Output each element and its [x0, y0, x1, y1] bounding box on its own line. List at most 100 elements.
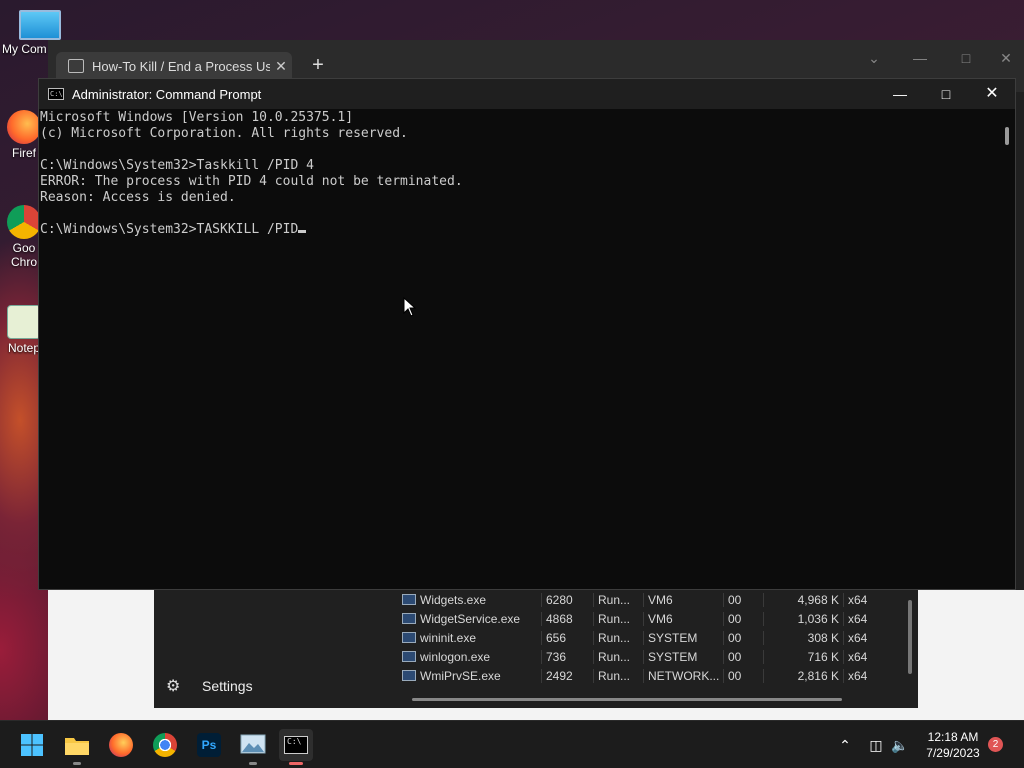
process-name: winlogon.exe	[420, 649, 491, 664]
process-icon	[402, 594, 416, 605]
process-table: Widgets.exe 6280 Run... VM6 00 4,968 K x…	[398, 590, 904, 685]
running-indicator	[249, 762, 257, 765]
browser-maximize-button[interactable]: □	[946, 46, 986, 70]
command-prompt-window: C:\ Administrator: Command Prompt — □ ✕ …	[38, 78, 1016, 590]
vertical-scrollbar[interactable]	[1005, 127, 1009, 145]
monitor-icon	[19, 10, 61, 40]
process-user: SYSTEM	[643, 649, 723, 664]
process-name: WmiPrvSE.exe	[420, 668, 501, 683]
running-indicator	[73, 762, 81, 765]
chevron-up-icon[interactable]: ⌃	[835, 735, 855, 755]
task-manager-window: ⚙ Settings Widgets.exe 6280 Run... VM6 0…	[154, 590, 918, 708]
browser-tab-title: How-To Kill / End a Process Usin	[92, 58, 270, 74]
process-arch: x64	[843, 668, 904, 683]
browser-close-button[interactable]: ✕	[986, 46, 1024, 70]
table-row[interactable]: WidgetService.exe 4868 Run... VM6 00 1,0…	[398, 609, 904, 628]
network-icon[interactable]: ◫	[866, 735, 886, 755]
taskbar-firefox[interactable]	[104, 729, 138, 761]
process-status: Run...	[593, 649, 643, 664]
process-arch: x64	[843, 611, 904, 626]
taskbar-file-explorer[interactable]	[60, 729, 94, 765]
process-icon	[402, 651, 416, 662]
taskbar-chrome[interactable]	[148, 729, 182, 761]
tab-search-icon[interactable]: ⌄	[854, 46, 894, 70]
process-pid: 736	[541, 649, 593, 664]
process-pid: 6280	[541, 592, 593, 607]
table-row[interactable]: winlogon.exe 736 Run... SYSTEM 00 716 K …	[398, 647, 904, 666]
table-row[interactable]: WmiPrvSE.exe 2492 Run... NETWORK... 00 2…	[398, 666, 904, 685]
chrome-icon	[7, 205, 41, 239]
process-memory: 308 K	[763, 630, 843, 645]
process-arch: x64	[843, 630, 904, 645]
taskbar-clock[interactable]: 12:18 AM 7/29/2023	[918, 729, 988, 761]
process-pid: 4868	[541, 611, 593, 626]
clock-time: 12:18 AM	[927, 730, 979, 744]
process-user: VM6	[643, 592, 723, 607]
close-tab-icon[interactable]: ✕	[270, 58, 292, 75]
task-manager-sidebar: ⚙ Settings	[154, 590, 396, 708]
window-title: Administrator: Command Prompt	[72, 86, 262, 102]
process-cpu: 00	[723, 649, 763, 664]
taskbar-photoshop[interactable]: Ps	[192, 729, 226, 761]
new-tab-button[interactable]: +	[306, 54, 330, 78]
console-line: Reason: Access is denied.	[40, 190, 236, 205]
process-status: Run...	[593, 611, 643, 626]
cmd-title-bar[interactable]: C:\ Administrator: Command Prompt — □ ✕	[39, 79, 1015, 109]
taskbar-command-prompt[interactable]: C:\	[279, 729, 313, 765]
process-pid: 2492	[541, 668, 593, 683]
minimize-button[interactable]: —	[877, 79, 923, 109]
process-cpu: 00	[723, 668, 763, 683]
close-button[interactable]: ✕	[969, 79, 1015, 109]
process-memory: 1,036 K	[763, 611, 843, 626]
active-indicator	[289, 762, 303, 765]
process-memory: 2,816 K	[763, 668, 843, 683]
photos-icon	[240, 734, 266, 754]
console-line: Microsoft Windows [Version 10.0.25375.1]	[40, 110, 354, 125]
process-status: Run...	[593, 668, 643, 683]
gear-icon: ⚙	[166, 678, 181, 695]
process-name: wininit.exe	[420, 630, 477, 645]
cmd-app-icon: C:\	[48, 88, 64, 100]
mouse-pointer-icon	[403, 297, 417, 317]
volume-icon[interactable]: 🔈	[890, 735, 910, 755]
process-user: NETWORK...	[643, 668, 723, 683]
console-line: ERROR: The process with PID 4 could not …	[40, 174, 463, 189]
table-row[interactable]: wininit.exe 656 Run... SYSTEM 00 308 K x…	[398, 628, 904, 647]
process-cpu: 00	[723, 592, 763, 607]
process-icon	[402, 670, 416, 681]
table-row[interactable]: Widgets.exe 6280 Run... VM6 00 4,968 K x…	[398, 590, 904, 609]
process-icon	[402, 632, 416, 643]
clock-date: 7/29/2023	[926, 746, 980, 760]
console-line: (c) Microsoft Corporation. All rights re…	[40, 126, 408, 141]
start-button[interactable]	[15, 729, 49, 761]
horizontal-scrollbar[interactable]	[412, 698, 842, 701]
browser-minimize-button[interactable]: —	[900, 46, 940, 70]
console-output[interactable]: Microsoft Windows [Version 10.0.25375.1]…	[40, 110, 1000, 590]
console-input-line[interactable]: C:\Windows\System32>TASKKILL /PID	[40, 222, 1000, 238]
vertical-scrollbar[interactable]	[908, 600, 912, 674]
settings-nav-item[interactable]: ⚙ Settings	[166, 676, 253, 696]
process-arch: x64	[843, 649, 904, 664]
settings-label: Settings	[202, 678, 253, 694]
page-favicon-icon	[68, 59, 84, 73]
console-line: C:\Windows\System32>TASKKILL /PID	[40, 222, 299, 237]
process-cpu: 00	[723, 611, 763, 626]
maximize-button[interactable]: □	[923, 79, 969, 109]
console-line: C:\Windows\System32>Taskkill /PID 4	[40, 158, 314, 173]
start-icon	[21, 734, 43, 756]
process-name: WidgetService.exe	[420, 611, 521, 626]
desktop-icon-label: My Com	[2, 42, 47, 56]
process-status: Run...	[593, 630, 643, 645]
taskbar: Ps C:\ ⌃ ◫ 🔈 12:18 AM 7/29/2023 2	[0, 720, 1024, 768]
firefox-icon	[109, 733, 133, 757]
process-user: VM6	[643, 611, 723, 626]
text-cursor	[298, 230, 307, 233]
process-memory: 4,968 K	[763, 592, 843, 607]
browser-tab[interactable]: How-To Kill / End a Process Usin ✕	[56, 52, 292, 80]
notification-badge[interactable]: 2	[988, 737, 1003, 752]
chrome-icon	[153, 733, 177, 757]
taskbar-photos[interactable]	[236, 729, 270, 765]
photoshop-icon: Ps	[197, 733, 221, 757]
